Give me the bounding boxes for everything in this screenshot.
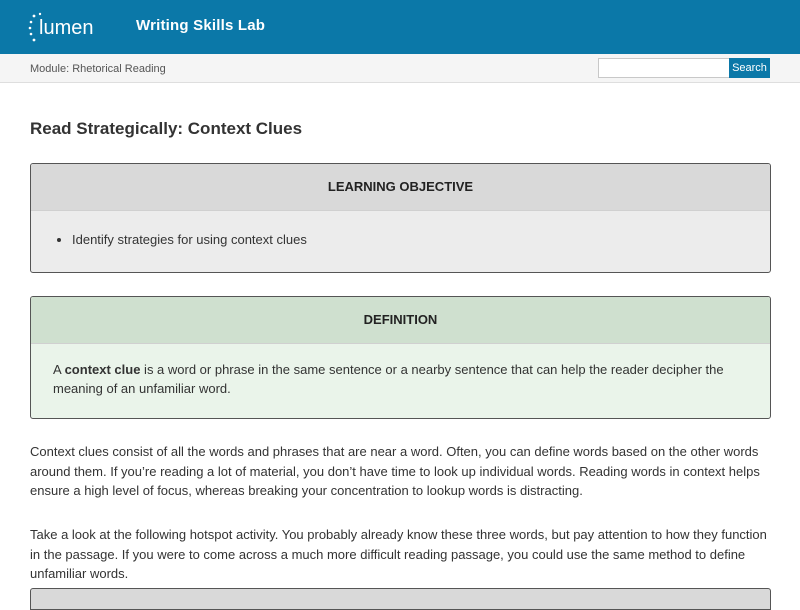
page-title: Read Strategically: Context Clues	[30, 119, 303, 138]
learning-objective-box: LEARNING OBJECTIVE Identify strategies f…	[30, 163, 771, 273]
definition-text: A context clue is a word or phrase in th…	[53, 360, 748, 398]
search-input[interactable]	[598, 58, 730, 78]
svg-text:lumen: lumen	[39, 17, 93, 39]
objective-item: Identify strategies for using context cl…	[72, 232, 770, 247]
module-breadcrumb[interactable]: Module: Rhetorical Reading	[30, 63, 166, 75]
objective-list: Identify strategies for using context cl…	[31, 232, 770, 247]
definition-heading: DEFINITION	[31, 297, 770, 344]
definition-prefix: A	[53, 362, 65, 377]
paragraph-hotspot-activity: Take a look at the following hotspot act…	[30, 527, 767, 581]
site-title[interactable]: Writing Skills Lab	[136, 17, 265, 34]
search-button[interactable]: Search	[729, 58, 770, 78]
lumen-logo[interactable]: lumen	[28, 10, 108, 46]
definition-box: DEFINITION A context clue is a word or p…	[30, 296, 771, 419]
learning-objective-heading: LEARNING OBJECTIVE	[31, 164, 770, 211]
paragraph-context-clues: Context clues consist of all the words a…	[30, 444, 760, 498]
hotspot-activity-panel	[30, 588, 771, 610]
definition-term: context clue	[64, 362, 141, 377]
top-navbar: lumen Writing Skills Lab	[0, 0, 800, 54]
definition-body: is a word or phrase in the same sentence…	[53, 362, 724, 396]
